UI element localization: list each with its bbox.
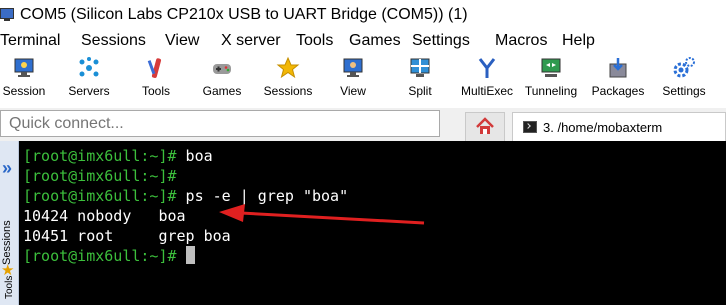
tools-button[interactable]: Tools xyxy=(133,56,179,98)
split-button[interactable]: Split xyxy=(404,56,436,98)
servers-button[interactable]: Servers xyxy=(63,56,115,98)
menu-help[interactable]: Help xyxy=(562,32,595,50)
toolbar: Session Servers Tools Games Sessions Vie… xyxy=(0,54,726,106)
sessions-label: Sessions xyxy=(263,84,313,98)
games-icon xyxy=(210,56,234,80)
packages-icon xyxy=(606,56,630,80)
menu-macros[interactable]: Macros xyxy=(495,32,547,50)
session-label: Session xyxy=(2,84,46,98)
tools-icon xyxy=(144,56,168,80)
multiexec-icon xyxy=(475,56,499,80)
window-title: COM5 (Silicon Labs CP210x USB to UART Br… xyxy=(20,6,468,23)
games-button[interactable]: Games xyxy=(199,56,245,98)
terminal-icon xyxy=(523,121,537,133)
session-button[interactable]: Session xyxy=(0,56,48,98)
menu-bar: Terminal Sessions View X server Tools Ga… xyxy=(0,30,726,54)
tools-label: Tools xyxy=(141,84,170,98)
view-label: View xyxy=(340,84,366,98)
menu-terminal[interactable]: Terminal xyxy=(0,32,60,50)
packages-button[interactable]: Packages xyxy=(589,56,647,98)
menu-settings[interactable]: Settings xyxy=(412,32,470,50)
title-bar: COM5 (Silicon Labs CP210x USB to UART Br… xyxy=(0,0,726,30)
menu-sessions[interactable]: Sessions xyxy=(81,32,146,50)
menu-tools[interactable]: Tools xyxy=(296,32,333,50)
quick-connect-bar: 3. /home/mobaxterm xyxy=(0,108,726,141)
quick-connect-input[interactable] xyxy=(0,110,440,137)
tunneling-icon xyxy=(539,56,563,80)
split-label: Split xyxy=(408,84,432,98)
servers-label: Servers xyxy=(68,84,110,98)
tunneling-button[interactable]: Tunneling xyxy=(522,56,580,98)
expand-chevron-icon[interactable]: » xyxy=(2,159,12,177)
multiexec-label: MultiExec xyxy=(460,84,513,98)
games-label: Games xyxy=(202,84,242,98)
terminal-tab[interactable]: 3. /home/mobaxterm xyxy=(512,112,726,141)
annotation-arrow xyxy=(219,204,425,225)
menu-x-server[interactable]: X server xyxy=(221,32,281,50)
terminal-pane[interactable]: [root@imx6ull:~]# boa [root@imx6ull:~]# … xyxy=(19,141,726,305)
packages-label: Packages xyxy=(591,84,645,98)
home-tab[interactable] xyxy=(465,112,505,141)
split-icon xyxy=(408,56,432,80)
settings-button[interactable]: Settings xyxy=(656,56,712,98)
settings-label: Settings xyxy=(662,84,706,98)
home-icon xyxy=(476,117,494,134)
tools-side-tab[interactable]: Tools xyxy=(4,276,15,299)
star-icon xyxy=(276,56,300,80)
side-panel: » Sessions ★ Tools xyxy=(0,141,19,305)
menu-games[interactable]: Games xyxy=(349,32,401,50)
menu-view[interactable]: View xyxy=(165,32,199,50)
sessions-button[interactable]: Sessions xyxy=(260,56,316,98)
view-icon xyxy=(341,56,365,80)
tunneling-label: Tunneling xyxy=(524,84,578,98)
app-icon xyxy=(0,8,14,22)
session-icon xyxy=(12,56,36,80)
servers-icon xyxy=(77,56,101,80)
multiexec-button[interactable]: MultiExec xyxy=(458,56,516,98)
terminal-tab-label: 3. /home/mobaxterm xyxy=(543,119,663,135)
settings-icon xyxy=(672,56,696,80)
view-button[interactable]: View xyxy=(335,56,371,98)
